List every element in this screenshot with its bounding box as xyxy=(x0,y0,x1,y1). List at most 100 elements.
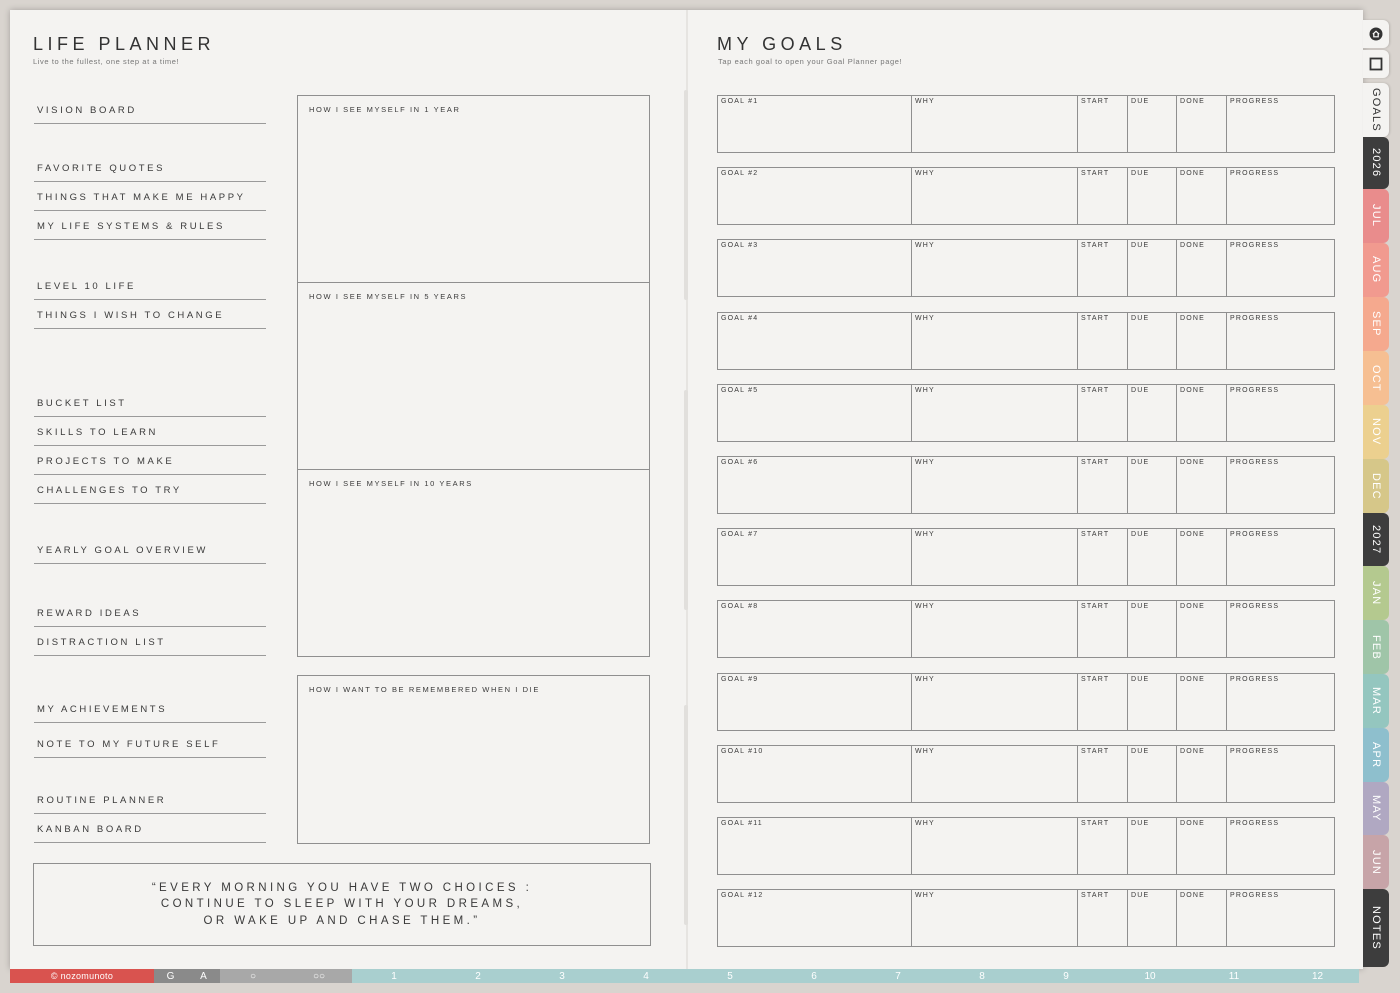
goal-row[interactable]: GOAL #4 WHY START DUE DONE PROGRESS xyxy=(717,311,1335,370)
goal-start-cell: START xyxy=(1078,312,1128,369)
goal-due-cell: DUE xyxy=(1128,673,1177,730)
nav-distraction-list[interactable]: DISTRACTION LIST xyxy=(34,630,266,656)
vision-box-1-year[interactable]: HOW I SEE MYSELF IN 1 YEAR xyxy=(297,95,650,283)
nav-level-10-life[interactable]: LEVEL 10 LIFE xyxy=(34,274,266,300)
tab-sep[interactable]: SEP xyxy=(1363,297,1389,351)
tab-apr[interactable]: APR xyxy=(1363,728,1389,782)
bottom-tab[interactable]: 10 xyxy=(1108,969,1192,983)
nav-favorite-quotes[interactable]: FAVORITE QUOTES xyxy=(34,156,266,182)
bottom-tab[interactable]: 1 xyxy=(352,969,436,983)
goal-row[interactable]: GOAL #12 WHY START DUE DONE PROGRESS xyxy=(717,889,1335,948)
goal-row[interactable]: GOAL #2 WHY START DUE DONE PROGRESS xyxy=(717,167,1335,226)
tab-oct[interactable]: OCT xyxy=(1363,351,1389,405)
tab-jun[interactable]: JUN xyxy=(1363,835,1389,889)
goal-progress-cell: PROGRESS xyxy=(1227,240,1334,296)
square-icon xyxy=(1369,57,1383,71)
bottom-tab[interactable]: ○○ xyxy=(286,969,352,983)
tab-nov[interactable]: NOV xyxy=(1363,405,1389,459)
goal-progress-header: PROGRESS xyxy=(1230,98,1280,105)
goal-row[interactable]: GOAL #6 WHY START DUE DONE PROGRESS xyxy=(717,456,1335,514)
nav-note-future-self[interactable]: NOTE TO MY FUTURE SELF xyxy=(34,732,266,758)
bottom-tab[interactable]: 9 xyxy=(1024,969,1108,983)
nav-projects-to-make[interactable]: PROJECTS TO MAKE xyxy=(34,449,266,475)
tab-mar[interactable]: MAR xyxy=(1363,674,1389,728)
bottom-tab[interactable]: A xyxy=(187,969,220,983)
tab-aug[interactable]: AUG xyxy=(1363,243,1389,297)
nav-challenges-to-try[interactable]: CHALLENGES TO TRY xyxy=(34,478,266,504)
tab-label: JAN xyxy=(1370,580,1382,606)
goal-row[interactable]: GOAL #7 WHY START DUE DONE PROGRESS xyxy=(717,528,1335,587)
tab-may[interactable]: MAY xyxy=(1363,782,1389,835)
goal-name-cell: GOAL #1 xyxy=(718,96,912,152)
nav-vision-board[interactable]: VISION BOARD xyxy=(34,98,266,124)
goal-row[interactable]: GOAL #11 WHY START DUE DONE PROGRESS xyxy=(717,817,1335,875)
goal-start-cell: START xyxy=(1078,96,1128,152)
tab-goals[interactable]: GOALS xyxy=(1363,83,1389,137)
bottom-tab[interactable]: 12 xyxy=(1276,969,1359,983)
nav-yearly-goal-overview[interactable]: YEARLY GOAL OVERVIEW xyxy=(34,538,266,564)
tab-jan[interactable]: JAN xyxy=(1363,566,1389,620)
tab-2027[interactable]: 2027 xyxy=(1363,513,1389,566)
goal-due-header: DUE xyxy=(1131,603,1150,611)
nav-bucket-list[interactable]: BUCKET LIST xyxy=(34,391,266,417)
nav-life-systems[interactable]: MY LIFE SYSTEMS & RULES xyxy=(34,214,266,240)
bottom-tab[interactable]: 8 xyxy=(940,969,1024,983)
nav-things-happy[interactable]: THINGS THAT MAKE ME HAPPY xyxy=(34,185,266,211)
goal-progress-cell: PROGRESS xyxy=(1227,818,1334,874)
vision-box-5-years[interactable]: HOW I SEE MYSELF IN 5 YEARS xyxy=(297,282,650,470)
nav-things-to-change[interactable]: THINGS I WISH TO CHANGE xyxy=(34,303,266,329)
bottom-tab-label: ○ xyxy=(249,970,257,982)
home-tab[interactable] xyxy=(1363,20,1389,48)
tab-feb[interactable]: FEB xyxy=(1363,620,1389,674)
tab-notes[interactable]: NOTES xyxy=(1363,889,1389,967)
tab-dec[interactable]: DEC xyxy=(1363,459,1389,513)
goals-page-title: MY GOALS xyxy=(717,34,847,54)
goal-due-header: DUE xyxy=(1131,820,1150,827)
bottom-tab[interactable]: 6 xyxy=(772,969,856,983)
goal-why-cell: WHY xyxy=(912,745,1078,802)
tab-label: JUL xyxy=(1370,204,1382,228)
goal-name-cell: GOAL #4 xyxy=(718,312,912,369)
bottom-tab[interactable]: 7 xyxy=(856,969,940,983)
goal-done-header: DONE xyxy=(1180,242,1206,250)
goal-row[interactable]: GOAL #3 WHY START DUE DONE PROGRESS xyxy=(717,239,1335,298)
nav-my-achievements[interactable]: MY ACHIEVEMENTS xyxy=(34,697,266,723)
bottom-tab-label: 1 xyxy=(391,970,397,982)
bottom-tab[interactable]: 3 xyxy=(520,969,604,983)
square-tab[interactable] xyxy=(1363,50,1389,78)
bottom-tab[interactable]: 5 xyxy=(688,969,772,983)
nav-routine-planner[interactable]: ROUTINE PLANNER xyxy=(34,788,266,814)
goal-why-cell: WHY xyxy=(912,818,1078,874)
quote-line-1: “EVERY MORNING YOU HAVE TWO CHOICES : xyxy=(151,881,533,894)
vision-box-10-years[interactable]: HOW I SEE MYSELF IN 10 YEARS xyxy=(297,469,650,657)
goal-why-cell: WHY xyxy=(912,384,1078,441)
bottom-tab[interactable]: 4 xyxy=(604,969,688,983)
bottom-tab[interactable]: 2 xyxy=(436,969,520,983)
goal-row[interactable]: GOAL #10 WHY START DUE DONE PROGRESS xyxy=(717,744,1335,803)
goal-row[interactable]: GOAL #8 WHY START DUE DONE PROGRESS xyxy=(717,600,1335,659)
vision-box-label: HOW I SEE MYSELF IN 10 YEARS xyxy=(309,479,473,488)
vision-box-remembered[interactable]: HOW I WANT TO BE REMEMBERED WHEN I DIE xyxy=(297,675,650,844)
goal-row[interactable]: GOAL #5 WHY START DUE DONE PROGRESS xyxy=(717,383,1335,442)
goal-label: GOAL #9 xyxy=(721,675,759,683)
page-subtitle: Live to the fullest, one step at a time! xyxy=(33,57,180,66)
goal-start-header: START xyxy=(1081,314,1110,322)
goal-done-header: DONE xyxy=(1180,675,1206,683)
tab-jul[interactable]: JUL xyxy=(1363,189,1389,243)
goal-done-header: DONE xyxy=(1180,892,1206,900)
goal-due-header: DUE xyxy=(1131,170,1150,178)
goal-row[interactable]: GOAL #9 WHY START DUE DONE PROGRESS xyxy=(717,672,1335,731)
goal-progress-cell: PROGRESS xyxy=(1227,168,1334,224)
goal-start-cell: START xyxy=(1078,240,1128,297)
goal-done-header: DONE xyxy=(1180,747,1206,755)
nav-skills-to-learn[interactable]: SKILLS TO LEARN xyxy=(34,420,266,446)
nav-kanban-board[interactable]: KANBAN BOARD xyxy=(34,817,266,843)
bottom-tab[interactable]: 11 xyxy=(1192,969,1276,983)
goal-row[interactable]: GOAL #1 WHY START DUE DONE PROGRESS xyxy=(717,95,1335,153)
tab-2026[interactable]: 2026 xyxy=(1363,137,1389,189)
goal-progress-header: PROGRESS xyxy=(1230,820,1280,827)
nav-reward-ideas[interactable]: REWARD IDEAS xyxy=(34,601,266,627)
goal-start-header: START xyxy=(1081,242,1110,250)
bottom-tab[interactable]: ○ xyxy=(220,969,286,983)
bottom-tab[interactable]: G xyxy=(154,969,187,983)
